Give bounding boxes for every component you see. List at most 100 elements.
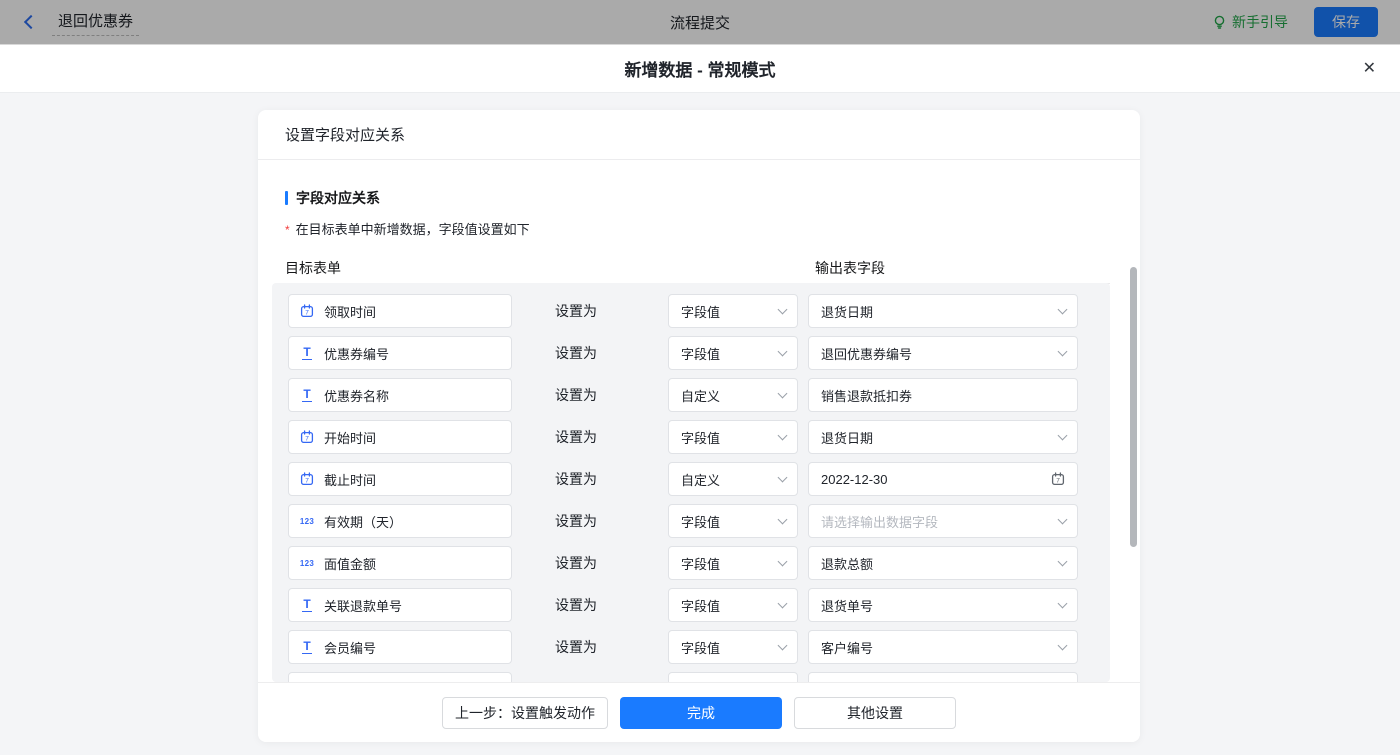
mode-select[interactable] (668, 672, 798, 682)
chevron-down-icon (1058, 556, 1068, 566)
set-as-label: 设置为 (512, 595, 640, 615)
mode-select[interactable]: 自定义 (668, 462, 798, 496)
output-select[interactable]: 退货单号 (808, 588, 1078, 622)
chevron-down-icon (1058, 514, 1068, 524)
chevron-down-icon (778, 556, 788, 566)
target-field-box: T 关联退款单号 (288, 588, 512, 622)
target-field-label: 开始时间 (324, 428, 376, 447)
output-select[interactable]: 客户编号 (808, 630, 1078, 664)
chevron-down-icon (778, 598, 788, 608)
mapping-row: 123 有效期（天） 设置为 字段值 请选择输出数据字段 (288, 504, 1110, 538)
chevron-down-icon (1058, 304, 1068, 314)
text-icon-glyph: T (302, 640, 311, 654)
output-value: 退货日期 (821, 428, 873, 447)
mode-select[interactable]: 字段值 (668, 294, 798, 328)
output-select[interactable]: 请选择输出数据字段 (808, 504, 1078, 538)
output-value: 退货日期 (821, 302, 873, 321)
mode-select[interactable]: 自定义 (668, 378, 798, 412)
guide-link[interactable]: 新手引导 (1213, 12, 1288, 32)
target-field-box: 123 有效期（天） (288, 504, 512, 538)
mode-select[interactable]: 字段值 (668, 504, 798, 538)
modal-body: 设置字段对应关系 字段对应关系 *在目标表单中新增数据，字段值设置如下 目标表单… (0, 93, 1400, 755)
modal-title: 新增数据 - 常规模式 (624, 56, 775, 81)
output-input[interactable]: 销售退款抵扣券 (808, 378, 1078, 412)
output-select[interactable]: 退货日期 (808, 294, 1078, 328)
output-select[interactable]: 退款总额 (808, 546, 1078, 580)
done-button[interactable]: 完成 (620, 697, 782, 729)
set-as-label: 设置为 (512, 553, 640, 573)
section-accent-bar (285, 191, 288, 205)
col-header-output-fields: 输出表字段 (815, 258, 885, 278)
mode-select-value: 自定义 (681, 386, 720, 405)
calendar-field-icon: 7 (299, 472, 315, 486)
back-icon[interactable] (24, 15, 38, 29)
mode-select[interactable]: 字段值 (668, 420, 798, 454)
target-field-label: 优惠券名称 (324, 386, 389, 405)
mode-select[interactable]: 字段值 (668, 336, 798, 370)
svg-text:7: 7 (1056, 478, 1060, 485)
text-icon-glyph: T (302, 598, 311, 612)
mode-select[interactable]: 字段值 (668, 630, 798, 664)
output-select[interactable]: 退货日期 (808, 420, 1078, 454)
output-value: 2022-12-30 (821, 472, 888, 487)
rows-container: 7领取时间设置为字段值退货日期T优惠券编号设置为字段值退回优惠券编号T优惠券名称… (272, 283, 1110, 682)
lightbulb-icon (1213, 15, 1226, 30)
chevron-down-icon (1058, 430, 1068, 440)
mode-select[interactable]: 字段值 (668, 546, 798, 580)
number-field-icon: 123 (299, 559, 315, 568)
mapping-row: T优惠券编号设置为字段值退回优惠券编号 (288, 336, 1110, 370)
chevron-down-icon (1058, 640, 1068, 650)
output-select[interactable]: 退回优惠券编号 (808, 336, 1078, 370)
chevron-down-icon (778, 472, 788, 482)
mapping-note: *在目标表单中新增数据，字段值设置如下 (285, 219, 1140, 238)
mode-select[interactable]: 字段值 (668, 588, 798, 622)
modal-header: 新增数据 - 常规模式 ✕ (0, 45, 1400, 93)
set-as-label: 设置为 (512, 469, 640, 489)
chevron-down-icon (778, 346, 788, 356)
section-title-label: 字段对应关系 (296, 188, 380, 208)
set-as-label: 设置为 (512, 637, 640, 657)
chevron-down-icon (778, 388, 788, 398)
top-navbar: 退回优惠券 流程提交 新手引导 保存 (0, 0, 1400, 45)
output-value: 请选择输出数据字段 (821, 512, 938, 531)
output-value: 客户编号 (821, 638, 873, 657)
field-mapping-card: 设置字段对应关系 字段对应关系 *在目标表单中新增数据，字段值设置如下 目标表单… (258, 110, 1140, 742)
output-date-input[interactable]: 2022-12-30 7 (808, 462, 1078, 496)
workflow-title[interactable]: 退回优惠券 (52, 8, 139, 36)
target-field-box: 7开始时间 (288, 420, 512, 454)
output-value: 退款总额 (821, 554, 873, 573)
previous-step-button[interactable]: 上一步：设置触发动作 (442, 697, 608, 729)
mapping-row: 123 面值金额 设置为 字段值 退款总额 (288, 546, 1110, 580)
target-field-label: 面值金额 (324, 554, 376, 573)
nav-center-title: 流程提交 (670, 12, 730, 33)
svg-text:7: 7 (305, 310, 309, 317)
mode-select-value: 字段值 (681, 638, 720, 657)
target-field-box: 7 截止时间 (288, 462, 512, 496)
save-button[interactable]: 保存 (1314, 7, 1378, 37)
close-icon[interactable]: ✕ (1363, 61, 1376, 77)
note-text: 在目标表单中新增数据，字段值设置如下 (296, 222, 530, 237)
mapping-row: 7开始时间设置为字段值退货日期 (288, 420, 1110, 454)
set-as-label: 设置为 (512, 385, 640, 405)
mapping-row: T优惠券名称设置为自定义销售退款抵扣券 (288, 378, 1110, 412)
set-as-label: 设置为 (512, 511, 640, 531)
card-header: 设置字段对应关系 (258, 110, 1140, 160)
output-select[interactable] (808, 672, 1078, 682)
scrollbar-thumb[interactable] (1130, 267, 1137, 547)
text-field-icon: T (299, 640, 315, 654)
number-icon-glyph: 123 (300, 559, 314, 568)
target-field-label: 优惠券编号 (324, 344, 389, 363)
number-field-icon: 123 (299, 517, 315, 526)
target-field-label: 有效期（天） (324, 512, 402, 531)
mode-select-value: 字段值 (681, 302, 720, 321)
target-field-box: 7领取时间 (288, 294, 512, 328)
target-field-box: 123 面值金额 (288, 546, 512, 580)
text-field-icon: T (299, 598, 315, 612)
other-settings-button[interactable]: 其他设置 (794, 697, 956, 729)
target-field-label: 会员编号 (324, 638, 376, 657)
mode-select-value: 自定义 (681, 470, 720, 489)
target-field-label: 关联退款单号 (324, 596, 402, 615)
set-as-label: 设置为 (512, 301, 640, 321)
target-field-label: 截止时间 (324, 470, 376, 489)
mode-select-value: 字段值 (681, 428, 720, 447)
